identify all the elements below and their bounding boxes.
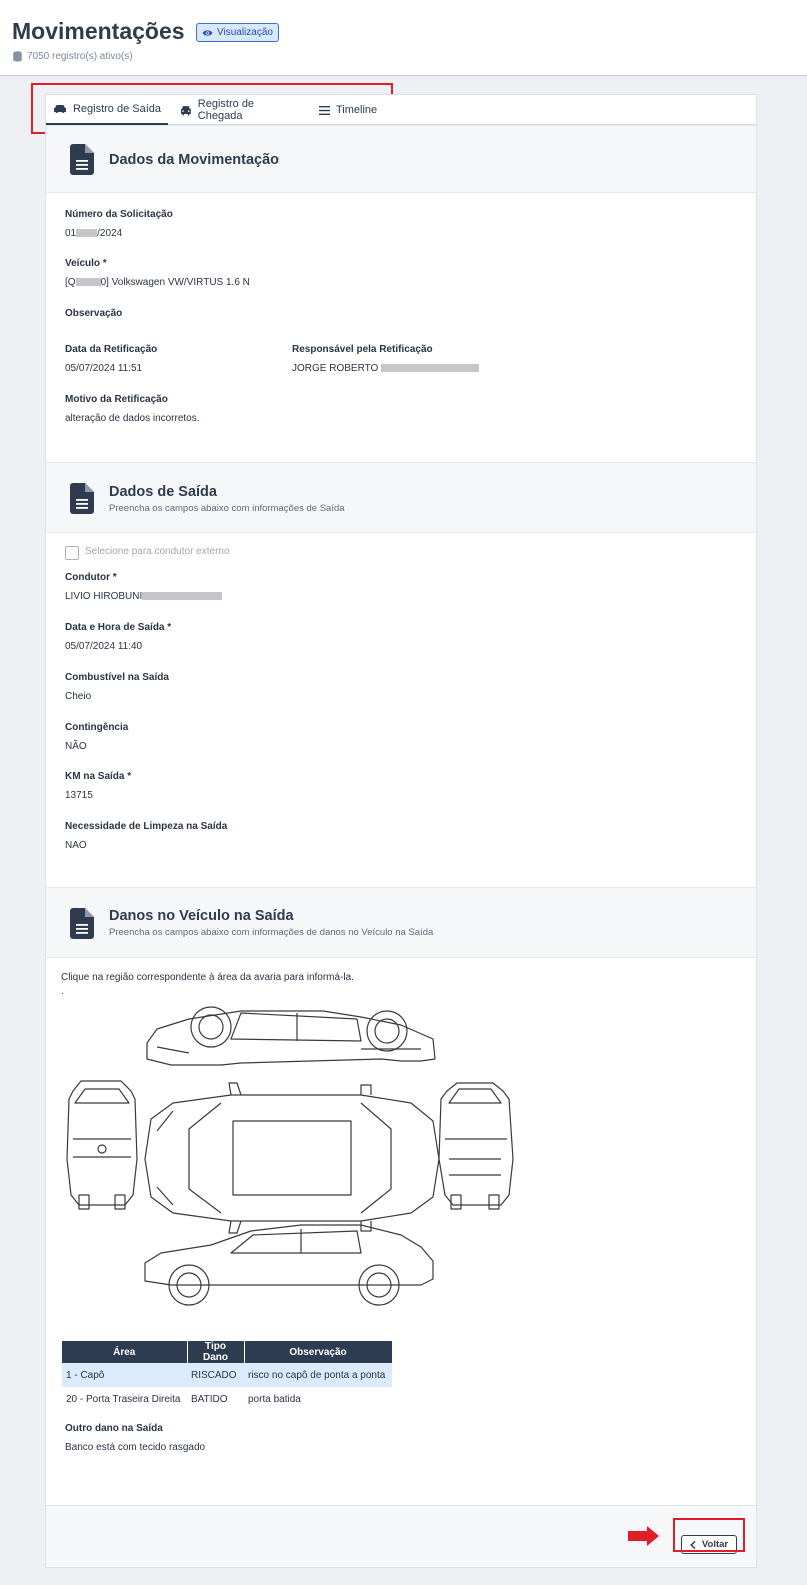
contingencia-value: NÃO xyxy=(65,741,87,752)
car-icon xyxy=(53,105,66,113)
table-header-row: Área Tipo Dano Observação xyxy=(62,1341,393,1363)
section-subtitle: Preencha os campos abaixo com informaçõe… xyxy=(109,503,345,514)
section-header-saida: Dados de Saída Preencha os campos abaixo… xyxy=(46,462,756,533)
numero-suffix: /2024 xyxy=(97,228,123,239)
section-header-danos: Danos no Veículo na Saída Preencha os ca… xyxy=(46,887,756,958)
condutor-value: LIVIO HIROBUNI xyxy=(65,591,223,602)
car-side-view-bottom[interactable] xyxy=(144,1224,434,1306)
redaction-block xyxy=(142,592,223,600)
cell-tipo: RISCADO xyxy=(187,1363,244,1387)
badge-label: Visualização xyxy=(217,27,273,38)
section-title: Danos no Veículo na Saída xyxy=(109,908,294,924)
numero-solicitacao-value: 01/2024 xyxy=(65,228,122,239)
condutor-externo-label: Selecione para condutor externo xyxy=(85,546,230,557)
instruction-dot: . xyxy=(61,986,64,997)
redaction-block xyxy=(381,364,480,372)
document-icon xyxy=(70,483,94,514)
cell-observacao: porta batida xyxy=(248,1393,301,1405)
arrow-right-icon xyxy=(628,1526,659,1546)
section-title: Dados da Movimentação xyxy=(109,152,280,168)
back-button-highlight-box xyxy=(673,1518,745,1552)
damage-table: Área Tipo Dano Observação 1 - Capô RISCA… xyxy=(62,1341,393,1411)
veiculo-label: Veículo * xyxy=(65,258,107,269)
condutor-name: LIVIO HIROBUNI xyxy=(65,591,143,602)
veiculo-suffix: 0] Volkswagen VW/VIRTUS 1.6 N xyxy=(100,277,250,288)
section-title: Dados de Saída xyxy=(109,484,217,500)
outro-dano-label: Outro dano na Saída xyxy=(65,1423,163,1434)
car-front-icon xyxy=(180,105,191,115)
car-damage-diagram[interactable] xyxy=(61,999,516,1319)
car-front-view[interactable] xyxy=(438,1082,514,1210)
document-icon xyxy=(70,908,94,939)
responsavel-label: Responsável pela Retificação xyxy=(292,344,433,355)
database-icon xyxy=(13,51,22,62)
cell-tipo: BATIDO xyxy=(191,1393,228,1405)
veiculo-value: [Q 0] Volkswagen VW/VIRTUS 1.6 N xyxy=(65,277,250,288)
contingencia-label: Contingência xyxy=(65,722,129,733)
responsavel-value: JORGE ROBERTO xyxy=(292,363,480,374)
list-icon xyxy=(319,105,330,115)
data-retificacao-value: 05/07/2024 11:51 xyxy=(65,363,143,374)
observacao-label: Observação xyxy=(65,308,123,319)
tab-registro-saida[interactable]: Registro de Saída xyxy=(46,95,168,125)
table-row[interactable]: 1 - Capô RISCADO risco no capô de ponta … xyxy=(62,1363,392,1387)
combustivel-value: Cheio xyxy=(65,691,92,702)
record-count: 7050 registro(s) ativo(s) xyxy=(13,51,133,62)
redaction-block xyxy=(76,229,98,237)
table-row[interactable]: 20 - Porta Traseira Direita BATIDO porta… xyxy=(62,1387,392,1411)
tab-timeline[interactable]: Timeline xyxy=(319,95,389,125)
damage-instruction: Clique na região correspondente à área d… xyxy=(61,972,354,983)
car-top-view[interactable] xyxy=(144,1082,440,1234)
outro-dano-value: Banco está com tecido rasgado xyxy=(65,1442,206,1453)
car-rear-view[interactable] xyxy=(66,1080,138,1210)
tab-bar: Registro de Saída Registro de Chegada Ti… xyxy=(46,95,756,125)
document-icon xyxy=(70,144,94,175)
data-retificacao-label: Data da Retificação xyxy=(65,344,158,355)
column-header-area: Área xyxy=(62,1341,188,1363)
movement-card: Registro de Saída Registro de Chegada Ti… xyxy=(45,94,757,1568)
tab-label: Registro de Saída xyxy=(72,103,162,115)
tab-label: Registro de Chegada xyxy=(197,98,255,122)
limpeza-value: NAO xyxy=(65,840,87,851)
cell-observacao: risco no capô de ponta a ponta xyxy=(244,1363,392,1387)
car-side-view-top[interactable] xyxy=(146,1006,436,1066)
redaction-block xyxy=(75,278,101,286)
km-saida-value: 13715 xyxy=(65,790,93,801)
tab-label: Timeline xyxy=(336,104,378,116)
view-mode-badge: Visualização xyxy=(196,23,279,42)
combustivel-label: Combustível na Saída xyxy=(65,672,169,683)
limpeza-label: Necessidade de Limpeza na Saída xyxy=(65,821,228,832)
numero-solicitacao-label: Número da Solicitação xyxy=(65,209,173,220)
condutor-label: Condutor * xyxy=(65,572,117,583)
page-title: Movimentações xyxy=(12,18,185,44)
cell-area: 1 - Capô xyxy=(62,1363,187,1387)
responsavel-name: JORGE ROBERTO xyxy=(292,363,379,374)
column-header-tipo: Tipo Dano xyxy=(187,1341,245,1363)
eye-icon xyxy=(202,29,213,36)
numero-prefix: 01 xyxy=(65,228,77,239)
data-hora-saida-value: 05/07/2024 11:40 xyxy=(65,641,143,652)
veiculo-prefix: [Q xyxy=(65,277,76,288)
section-subtitle: Preencha os campos abaixo com informaçõe… xyxy=(109,927,434,938)
tab-registro-chegada[interactable]: Registro de Chegada xyxy=(180,95,300,125)
section-header-movimentacao: Dados da Movimentação xyxy=(46,125,756,193)
motivo-value: alteração de dados incorretos. xyxy=(65,413,200,424)
condutor-externo-checkbox[interactable] xyxy=(65,546,79,560)
km-saida-label: KM na Saída * xyxy=(65,771,132,782)
column-header-observacao: Observação xyxy=(244,1341,393,1363)
data-hora-saida-label: Data e Hora de Saída * xyxy=(65,622,172,633)
cell-area: 20 - Porta Traseira Direita xyxy=(66,1393,181,1405)
page-header: Movimentações Visualização 7050 registro… xyxy=(0,0,807,76)
record-count-text: 7050 registro(s) ativo(s) xyxy=(27,51,133,62)
motivo-label: Motivo da Retificação xyxy=(65,394,168,405)
